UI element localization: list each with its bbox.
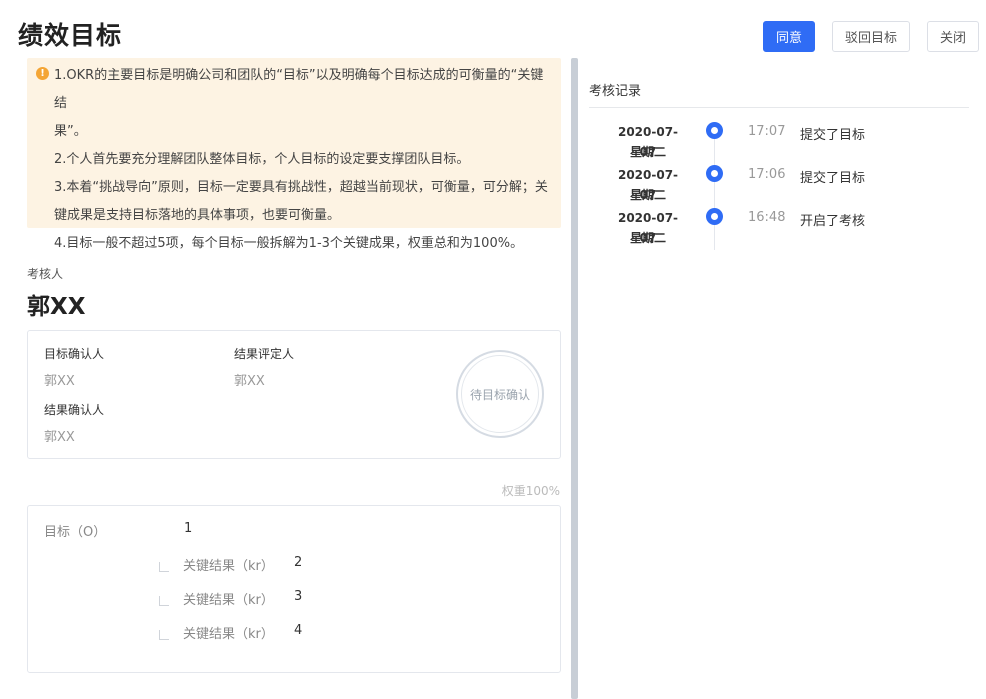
record-time: 17:07 bbox=[748, 124, 786, 139]
key-result-label: 关键结果（kr） bbox=[183, 593, 274, 608]
notice-line: 键成果是支持目标落地的具体事项，也要可衡量。 bbox=[54, 208, 341, 223]
objective-value: 1 bbox=[184, 521, 193, 536]
okr-guideline-notice: ! 1.OKR的主要目标是明确公司和团队的“目标”以及明确每个目标达成的可衡量的… bbox=[27, 58, 561, 251]
stamp-text: 待目标确认 bbox=[461, 355, 539, 433]
result-confirmer-label: 结果确认人 bbox=[44, 403, 105, 417]
confirmers-card: 目标确认人 郭XX 结果评定人 郭XX 结果确认人 郭XX 待目标确认 bbox=[27, 330, 561, 459]
records-title: 考核记录 bbox=[589, 84, 642, 99]
tree-branch-icon bbox=[159, 596, 169, 606]
record-weekday: 星期二 bbox=[629, 188, 666, 202]
page-title: 绩效目标 bbox=[18, 21, 123, 50]
status-stamp: 待目标确认 bbox=[456, 350, 544, 438]
notice-line: 1.OKR的主要目标是明确公司和团队的“目标”以及明确每个目标达成的可衡量的“关… bbox=[54, 68, 544, 111]
result-evaluator-value: 郭XX bbox=[234, 374, 265, 389]
notice-line: 2.个人首先要充分理解团队整体目标，个人目标的设定要支撑团队目标。 bbox=[54, 152, 470, 167]
key-result-value: 2 bbox=[294, 555, 303, 570]
records-divider bbox=[589, 107, 969, 108]
target-confirmer-label: 目标确认人 bbox=[44, 347, 105, 361]
warning-icon: ! bbox=[36, 67, 49, 80]
objective-label: 目标（O） bbox=[44, 525, 107, 540]
assessor-name: 郭XX bbox=[27, 294, 86, 320]
timeline-dot-icon bbox=[706, 165, 723, 182]
key-result-label: 关键结果（kr） bbox=[183, 559, 274, 574]
approve-button[interactable]: 同意 bbox=[763, 21, 815, 52]
timeline-track bbox=[714, 132, 715, 250]
okr-card: 目标（O） 1 关键结果（kr） 2 关键结果（kr） 3 关键结果（kr） 4 bbox=[27, 505, 561, 673]
tree-branch-icon bbox=[159, 630, 169, 640]
panel-scrollbar[interactable] bbox=[571, 58, 578, 699]
record-time: 17:06 bbox=[748, 167, 786, 182]
record-action: 提交了目标 bbox=[800, 171, 866, 186]
assessor-label: 考核人 bbox=[27, 267, 64, 281]
record-action: 提交了目标 bbox=[800, 128, 866, 143]
notice-line: 果”。 bbox=[54, 124, 87, 139]
close-button[interactable]: 关闭 bbox=[927, 21, 979, 52]
target-confirmer-value: 郭XX bbox=[44, 374, 75, 389]
notice-line: 4.目标一般不超过5项，每个目标一般拆解为1-3个关键成果，权重总和为100%。 bbox=[54, 236, 524, 251]
record-time: 16:48 bbox=[748, 210, 786, 225]
tree-branch-icon bbox=[159, 562, 169, 572]
result-evaluator-label: 结果评定人 bbox=[234, 347, 295, 361]
timeline-dot-icon bbox=[706, 208, 723, 225]
key-result-value: 4 bbox=[294, 623, 303, 638]
timeline-dot-icon bbox=[706, 122, 723, 139]
total-weight: 权重100% bbox=[501, 484, 560, 498]
reject-target-button[interactable]: 驳回目标 bbox=[832, 21, 910, 52]
result-confirmer-value: 郭XX bbox=[44, 430, 75, 445]
record-weekday: 星期二 bbox=[629, 145, 666, 159]
notice-line: 3.本着“挑战导向”原则，目标一定要具有挑战性，超越当前现状，可衡量，可分解；关 bbox=[54, 180, 548, 195]
key-result-value: 3 bbox=[294, 589, 303, 604]
key-result-label: 关键结果（kr） bbox=[183, 627, 274, 642]
record-action: 开启了考核 bbox=[800, 214, 866, 229]
record-weekday: 星期二 bbox=[629, 231, 666, 245]
